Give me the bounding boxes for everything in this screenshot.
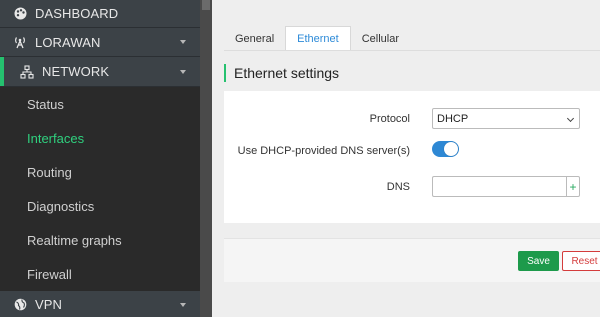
sidebar-item-interfaces[interactable]: Interfaces: [0, 121, 200, 155]
sidebar-item-realtime-graphs[interactable]: Realtime graphs: [0, 223, 200, 257]
protocol-select-value: DHCP: [437, 112, 469, 125]
chevron-down-icon: [180, 69, 186, 74]
settings-panel: Protocol DHCP Use DHCP-provided DNS serv…: [224, 91, 600, 223]
section-header: Ethernet settings: [224, 62, 339, 84]
nav-lorawan-label: LORAWAN: [35, 34, 101, 50]
protocol-select[interactable]: DHCP: [432, 108, 580, 129]
palette-icon: [13, 7, 27, 21]
antenna-icon: [13, 35, 27, 49]
nav-vpn-label: VPN: [35, 297, 63, 312]
dns-provided-label: Use DHCP-provided DNS server(s): [237, 145, 410, 157]
nav-lorawan[interactable]: LORAWAN: [0, 28, 200, 57]
nav-network[interactable]: NETWORK: [0, 57, 200, 87]
save-button[interactable]: Save: [518, 251, 559, 271]
nav-dashboard-label: DASHBOARD: [35, 6, 119, 21]
network-subnav: Status Interfaces Routing Diagnostics Re…: [0, 87, 200, 291]
protocol-label: Protocol: [369, 113, 410, 125]
tab-bar: General Ethernet Cellular: [224, 26, 410, 51]
section-title: Ethernet settings: [234, 65, 340, 81]
sidebar-item-routing[interactable]: Routing: [0, 155, 200, 189]
nav-dashboard[interactable]: DASHBOARD: [0, 0, 200, 28]
chevron-down-icon: [566, 114, 575, 123]
sidebar-item-status[interactable]: Status: [0, 87, 200, 121]
network-icon: [20, 64, 34, 79]
tab-general[interactable]: General: [224, 26, 285, 51]
tab-cellular[interactable]: Cellular: [351, 26, 410, 51]
toggle-knob: [444, 142, 458, 156]
globe-icon: [13, 298, 27, 312]
main-content: General Ethernet Cellular Ethernet setti…: [212, 0, 600, 317]
tab-ethernet[interactable]: Ethernet: [285, 26, 351, 51]
active-indicator: [0, 57, 4, 86]
nav-network-label: NETWORK: [42, 64, 110, 79]
nav-vpn[interactable]: VPN: [0, 291, 200, 317]
chevron-down-icon: [180, 40, 186, 44]
add-dns-button[interactable]: +: [566, 176, 580, 197]
form-footer: Save Reset: [224, 238, 600, 282]
dns-provided-toggle[interactable]: [432, 141, 459, 157]
tab-divider: [224, 50, 600, 51]
chevron-down-icon: [180, 302, 186, 307]
dns-input[interactable]: [432, 176, 566, 197]
sidebar: DASHBOARD LORAWAN NETWORK Status Interfa…: [0, 0, 200, 317]
section-accent-bar: [224, 64, 226, 82]
sidebar-item-diagnostics[interactable]: Diagnostics: [0, 189, 200, 223]
reset-button[interactable]: Reset: [562, 251, 600, 271]
sidebar-scrollbar[interactable]: [200, 0, 212, 317]
dns-label: DNS: [386, 181, 410, 193]
sidebar-item-firewall[interactable]: Firewall: [0, 257, 200, 291]
sidebar-scrollbar-thumb[interactable]: [202, 0, 210, 10]
